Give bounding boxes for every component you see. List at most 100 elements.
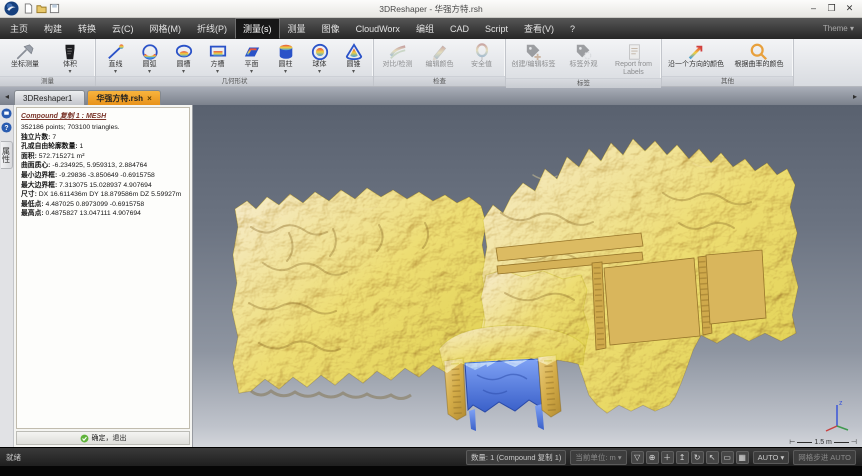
chevron-down-icon[interactable]: ▾ (114, 69, 117, 75)
maximize-icon[interactable]: ❐ (823, 2, 840, 15)
chevron-down-icon[interactable]: ▾ (216, 69, 219, 75)
ribbon-button[interactable]: 圆弧 ▾ (133, 41, 166, 76)
ribbon-tab[interactable]: ? (562, 20, 583, 38)
ribbon-empty-area (794, 39, 862, 86)
status-tool-icon[interactable]: ＋ (661, 451, 674, 464)
ribbon-button[interactable]: 直线 ▾ (99, 41, 132, 76)
ribbon-button[interactable]: 编辑颜色 ▾ (419, 41, 460, 70)
app-logo-icon[interactable] (4, 1, 19, 16)
viewport-3d[interactable]: z ⊢ 1.5 m ⊣ (193, 105, 862, 447)
ribbon-tab[interactable]: 转换 (70, 18, 104, 39)
ribbon-group-label: 测量 (0, 76, 95, 86)
ribbon-button[interactable]: 创建/编辑标签 ▾ (509, 41, 558, 70)
document-tab[interactable]: 华强方特.rsh × (87, 90, 160, 105)
ribbon-group-label: 检查 (374, 76, 505, 86)
ribbon-button-icon (573, 42, 595, 61)
ribbon-group-other: 沿一个方向的颜色 ▾ 根据曲率的颜色 ▾ 其他 (662, 39, 794, 86)
ribbon-tab[interactable]: CloudWorx (348, 20, 408, 38)
axis-z-label: z (839, 400, 843, 407)
ribbon-tab[interactable]: 测量(s) (235, 18, 280, 39)
chevron-down-icon[interactable]: ▾ (182, 69, 185, 75)
ribbon-button[interactable]: 球体 ▾ (303, 41, 336, 76)
status-tool-icon[interactable]: ▽ (631, 451, 644, 464)
chevron-down-icon[interactable]: ▾ (352, 69, 355, 75)
ribbon-button-icon (173, 42, 195, 61)
ribbon-button-icon (429, 42, 451, 61)
ribbon-button[interactable]: 坐标测量 ▾ (3, 41, 47, 70)
ribbon-tab[interactable]: 构建 (36, 18, 70, 39)
chevron-down-icon[interactable]: ▾ (250, 69, 253, 75)
ribbon-tab[interactable]: 折线(P) (189, 18, 235, 39)
ribbon-button-icon (685, 42, 707, 61)
tab-scroll-right-icon[interactable]: ▸ (850, 92, 860, 101)
quick-access-button[interactable] (36, 3, 47, 14)
chevron-down-icon[interactable]: ▾ (284, 69, 287, 75)
mesh-3d-model (193, 105, 862, 447)
property-line: 最小边界框: -9.29836 -3.850649 -0.6915758 (21, 171, 185, 181)
dialog-icon[interactable] (1, 108, 12, 119)
document-tab-bar: ◂ 3DReshaper1 华强方特.rsh × ▸ (0, 87, 862, 105)
document-tab[interactable]: 3DReshaper1 (14, 90, 85, 105)
chevron-down-icon[interactable]: ▾ (68, 69, 71, 75)
properties-content: Compound 复制 1 : MESH 352186 points; 7031… (16, 107, 190, 429)
chevron-down-icon[interactable]: ▾ (318, 69, 321, 75)
check-icon (80, 434, 89, 443)
ribbon-tab[interactable]: 测量 (280, 18, 314, 39)
close-icon[interactable]: ✕ (841, 2, 858, 15)
ribbon-button[interactable]: Report from Labels ▾ (609, 41, 658, 78)
ribbon-button[interactable]: 圆柱 ▾ (269, 41, 302, 76)
ribbon-button-icon (14, 42, 36, 61)
auto-dropdown[interactable]: AUTO ▾ (753, 451, 790, 464)
scale-label: 1.5 m (814, 439, 832, 446)
property-line: 面积: 572.715271 m² (21, 152, 185, 162)
ribbon-button[interactable]: 方槽 ▾ (201, 41, 234, 76)
property-line: 孔或自由轮廓数量: 1 (21, 142, 185, 152)
ribbon-tab[interactable]: 主页 (2, 18, 36, 39)
theme-selector[interactable]: Theme ▾ (823, 24, 860, 33)
status-tool-icon[interactable]: ↖ (706, 451, 719, 464)
axis-triad: z (822, 398, 852, 432)
properties-vertical-tab[interactable]: 属性 (1, 141, 13, 169)
quick-access-button[interactable] (23, 3, 34, 14)
ribbon-group-label: 其他 (662, 76, 793, 86)
ribbon-tab[interactable]: 查看(V) (516, 18, 562, 39)
ribbon-tab[interactable]: CAD (442, 20, 477, 38)
ribbon-button[interactable]: 根据曲率的颜色 ▾ (728, 41, 790, 70)
ribbon-button[interactable]: 安全值 ▾ (461, 41, 502, 70)
ribbon-tab[interactable]: Script (477, 20, 516, 38)
ribbon-button[interactable]: 标签外观 ▾ (559, 41, 608, 70)
property-line: 352186 points; 703100 triangles. (21, 123, 185, 133)
status-tool-icon[interactable]: ↥ (676, 451, 689, 464)
left-icon-strip: ? 属性 (0, 105, 14, 447)
property-line: 曲面质心: -6.234925, 5.959313, 2.884764 (21, 161, 185, 171)
minimize-icon[interactable]: – (805, 2, 822, 15)
help-icon[interactable]: ? (1, 122, 12, 133)
tab-close-icon[interactable]: × (147, 94, 152, 103)
ribbon-tab[interactable]: 网格(M) (142, 18, 190, 39)
ribbon-button[interactable]: 对比/检测 ▾ (377, 41, 418, 70)
ok-exit-button[interactable]: 确定，退出 (16, 431, 190, 445)
property-line: 最大边界框: 7.313075 15.028937 4.907694 (21, 181, 185, 191)
quick-access-button[interactable] (49, 3, 60, 14)
ribbon-button[interactable]: 平面 ▾ (235, 41, 268, 76)
ribbon-button[interactable]: 圆锥 ▾ (337, 41, 370, 76)
ribbon-button[interactable]: 体积 ▾ (48, 41, 92, 76)
ribbon-tab[interactable]: 云(C) (104, 18, 142, 39)
ribbon-tab[interactable]: 编组 (408, 18, 442, 39)
ribbon-button-icon (241, 42, 263, 61)
property-line: 最高点: 0.4875827 13.047111 4.907694 (21, 209, 185, 219)
tab-scroll-left-icon[interactable]: ◂ (2, 92, 12, 101)
chevron-down-icon[interactable]: ▾ (148, 69, 151, 75)
ribbon-button[interactable]: 沿一个方向的颜色 ▾ (665, 41, 727, 70)
status-tool-icon[interactable]: ↻ (691, 451, 704, 464)
status-tool-icon[interactable]: ▦ (736, 451, 749, 464)
ribbon-tab[interactable]: 图像 (314, 18, 348, 39)
status-tool-icon[interactable]: ⊕ (646, 451, 659, 464)
window-controls: – ❐ ✕ (805, 2, 858, 15)
ribbon-button-icon (343, 42, 365, 61)
selected-blue-region (465, 359, 544, 431)
unit-dropdown[interactable]: 当前单位: m ▾ (570, 450, 626, 465)
ribbon-button[interactable]: 圆槽 ▾ (167, 41, 200, 76)
ribbon-button-icon (309, 42, 331, 61)
status-tool-icon[interactable]: ▭ (721, 451, 734, 464)
